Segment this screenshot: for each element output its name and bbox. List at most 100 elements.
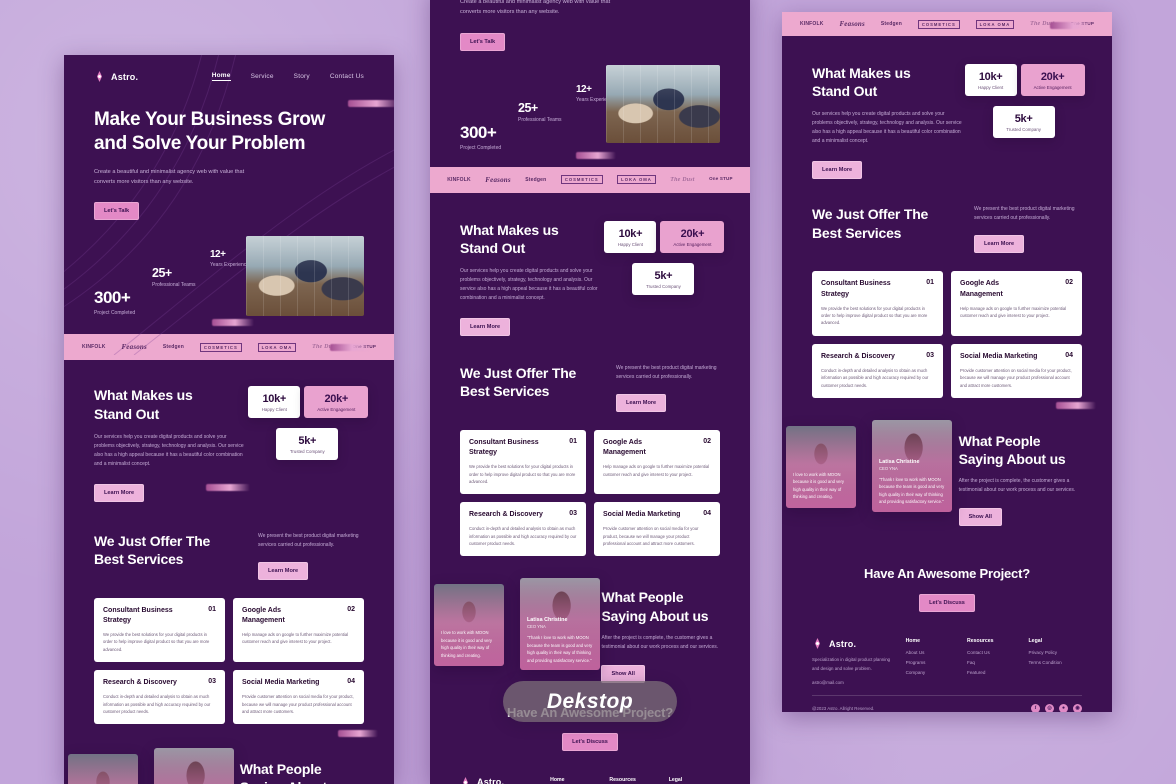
footer-socials: f ◎ ● ◉ [1031, 703, 1082, 712]
footer-link[interactable]: About Us [906, 650, 959, 655]
footer-link[interactable]: Featured [967, 670, 1020, 675]
footer-column-heading: Legal [668, 776, 683, 783]
services-intro: We present the best product digital mark… [616, 364, 717, 380]
services-learn-more-button[interactable]: Learn More [974, 235, 1025, 254]
facebook-icon[interactable]: f [1031, 703, 1040, 712]
footer-link[interactable]: Terms Condition [1029, 660, 1082, 665]
testimonials-show-all-button[interactable]: Show All [958, 508, 1002, 527]
nav-link-service[interactable]: Service [251, 73, 274, 80]
testimonial-quote: "Thank I love to work with MOON because … [527, 635, 593, 663]
service-card-title: Research & Discovery [103, 679, 177, 687]
testimonials-title: What People Saying About us [959, 432, 1082, 468]
service-card-body: Conduct in-depth and detailed analysis t… [821, 367, 929, 388]
service-card[interactable]: 02 Google Ads Management Help manage ads… [594, 429, 720, 495]
twitter-icon[interactable]: ● [1059, 703, 1068, 712]
hero-stats: 300+ Project Completed 25+ Professional … [94, 230, 364, 327]
footer-link[interactable]: Contact Us [967, 650, 1020, 655]
services-section: We Just Offer The Best Services We prese… [782, 179, 1112, 398]
standout-title-line2: Stand Out [812, 83, 878, 100]
testimonial-card[interactable]: Latisa Christine CEO YNA "Thank I love t… [154, 748, 234, 784]
testimonials-title: What People Saying About us [601, 588, 720, 624]
testimonials-section: I love to work with MOON because it is g… [430, 556, 750, 683]
testimonial-overlay [68, 754, 138, 784]
stat-card-value: 10k+ [978, 71, 1003, 83]
hero-stat-value: 300+ [460, 122, 497, 142]
business-meeting-photo [606, 64, 720, 143]
testimonial-card[interactable]: I love to work with MOON because it is g… [68, 754, 138, 784]
testimonial-cards: I love to work with MOON because it is g… [68, 748, 240, 784]
stat-card-value: 5k+ [298, 435, 317, 448]
footer-link[interactable]: Programs [906, 660, 959, 665]
standout-learn-more-button[interactable]: Learn More [460, 317, 511, 336]
service-card[interactable]: 01 Consultant Business Strategy We provi… [460, 429, 586, 495]
testimonial-card[interactable]: Latisa Christine CEO YNA "Thank I love t… [872, 419, 952, 512]
service-card[interactable]: 02 Google Ads Management Help manage ads… [951, 271, 1082, 336]
stat-card-trusted-company: 5k+ Trusted Company [276, 428, 339, 461]
footer-column-heading: Legal [1028, 638, 1043, 645]
client-logo: LOKA OMA [617, 175, 656, 185]
testimonials-title: What People Saying About us [240, 760, 364, 784]
services-title-line1: We Just Offer The [812, 206, 929, 223]
cta-discuss-button[interactable]: Let's Discuss [919, 594, 975, 613]
nav-link-home[interactable]: Home [211, 72, 231, 81]
standout-learn-more-button[interactable]: Learn More [94, 483, 145, 502]
service-card-title: Google Ads Management [603, 438, 646, 457]
service-card[interactable]: 04 Social Media Marketing Provide custom… [233, 670, 364, 725]
testimonials-section: I love to work with MOON because it is g… [782, 398, 1112, 527]
standout-body: Our services help you create digital pro… [460, 267, 598, 301]
service-card-number: 01 [208, 605, 216, 613]
service-card[interactable]: 02 Google Ads Management Help manage ads… [233, 597, 364, 663]
client-logo: The Dust [670, 176, 695, 183]
standout-title-line1: What Makes us [460, 221, 559, 238]
design-mockup-board: Astro. Home Service Story Contact Us Mak… [0, 0, 1176, 784]
service-card[interactable]: 01 Consultant Business Strategy We provi… [812, 271, 943, 336]
hero-stat-label: Professional Teams [518, 116, 562, 123]
brand-logo[interactable]: Astro. [94, 71, 138, 82]
services-cards: 01 Consultant Business Strategy We provi… [812, 271, 1082, 398]
footer-link[interactable]: Company [906, 670, 959, 675]
footer-email[interactable]: astro@mail.com [812, 680, 898, 685]
astro-logo-icon [812, 638, 823, 650]
hero-cta-button[interactable]: Let's Talk [460, 32, 506, 51]
service-card[interactable]: 03 Research & Discovery Conduct in-depth… [460, 502, 586, 557]
services-learn-more-button[interactable]: Learn More [616, 393, 667, 412]
testimonial-quote: "Thank I love to work with MOON because … [879, 476, 945, 505]
testimonial-card[interactable]: I love to work with MOON because it is g… [786, 425, 856, 508]
service-card[interactable]: 03 Research & Discovery Conduct in-depth… [812, 343, 943, 398]
testimonials-body: After the project is complete, the custo… [958, 478, 1076, 494]
hero-stat-label: Project Completed [94, 310, 136, 317]
stat-card-value: 20k+ [1040, 71, 1065, 83]
footer-brand-logo[interactable]: Astro. [812, 638, 898, 650]
hero-cta-button[interactable]: Let's Talk [94, 202, 140, 221]
testimonial-name: Latisa Christine [527, 617, 568, 624]
service-card-number: 03 [926, 351, 934, 359]
standout-learn-more-button[interactable]: Learn More [812, 161, 863, 180]
service-card[interactable]: 03 Research & Discovery Conduct in-depth… [94, 670, 225, 725]
service-card-title: Consultant Business Strategy [103, 606, 173, 624]
footer-brand-logo[interactable]: Astro. [460, 776, 542, 784]
footer-link[interactable]: Privacy Policy [1029, 650, 1082, 655]
service-card[interactable]: 01 Consultant Business Strategy We provi… [94, 597, 225, 663]
hero-stat-label: Professional Teams [152, 282, 196, 289]
testimonial-card[interactable]: I love to work with MOON because it is g… [434, 584, 504, 667]
testimonial-card[interactable]: Latisa Christine CEO YNA "Thank I love t… [520, 578, 600, 671]
stat-card-value: 5k+ [1014, 113, 1033, 125]
dribbble-icon[interactable]: ◉ [1073, 703, 1082, 712]
footer-link[interactable]: Faq [967, 660, 1020, 665]
stat-card-label: Active Engagement [317, 407, 356, 413]
nav-link-contact-us[interactable]: Contact Us [330, 73, 364, 80]
service-card[interactable]: 04 Social Media Marketing Provide custom… [594, 502, 720, 557]
services-title: We Just Offer The Best Services [94, 532, 210, 568]
instagram-icon[interactable]: ◎ [1045, 703, 1054, 712]
cta-discuss-button[interactable]: Let's Discuss [562, 732, 618, 751]
testimonials-title-line2: Saying About us [958, 451, 1066, 468]
nav-link-story[interactable]: Story [294, 73, 310, 80]
service-card[interactable]: 04 Social Media Marketing Provide custom… [951, 343, 1082, 398]
footer: Astro. Specialization in digital product… [430, 751, 750, 784]
footer-brand-name: Astro. [477, 777, 505, 784]
testimonial-cards: I love to work with MOON because it is g… [786, 419, 959, 512]
footer-column-home: Home About Us Programs Company [550, 777, 601, 784]
services-learn-more-button[interactable]: Learn More [258, 561, 309, 580]
brand-name: Astro. [111, 71, 139, 82]
client-logo: COSMETICS [199, 342, 242, 352]
